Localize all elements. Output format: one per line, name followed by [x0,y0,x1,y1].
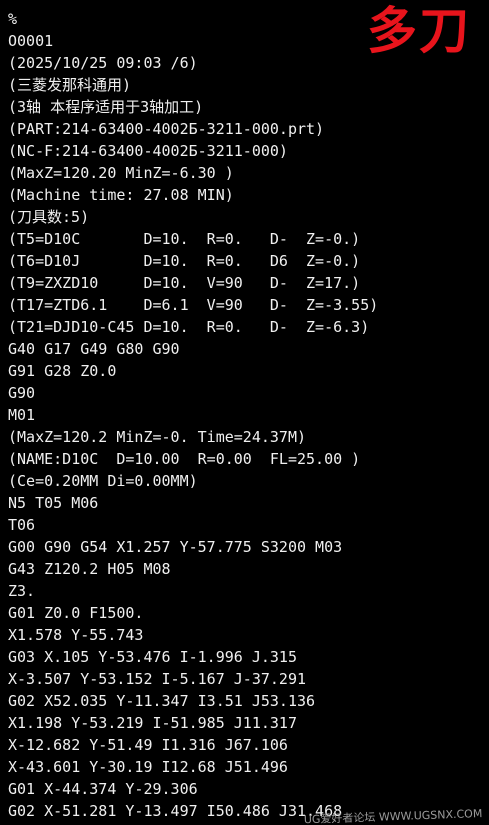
code-line: (MaxZ=120.2 MinZ=-0. Time=24.37M) [8,428,307,446]
multi-tool-stamp: 多刀 [367,2,471,60]
code-line: (NAME:D10C D=10.00 R=0.00 FL=25.00 ) [8,450,361,468]
code-line: (T17=ZTD6.1 D=6.1 V=90 D- Z=-3.55) [8,296,379,314]
code-line: (3轴 本程序适用于3轴加工) [8,98,204,116]
code-line: % [8,10,18,28]
code-line: T06 [8,516,36,534]
code-line: G43 Z120.2 H05 M08 [8,560,171,578]
code-line: (NC-F:214-63400-4002Б-3211-000) [8,142,288,160]
code-line: X-12.682 Y-51.49 I1.316 J67.106 [8,736,288,754]
code-line: X-3.507 Y-53.152 I-5.167 J-37.291 [8,670,307,688]
code-line: (T9=ZXZD10 D=10. V=90 D- Z=17.) [8,274,361,292]
code-line: M01 [8,406,36,424]
code-line: (Machine time: 27.08 MIN) [8,186,234,204]
code-line: O0001 [8,32,54,50]
code-line: N5 T05 M06 [8,494,99,512]
code-line: X1.578 Y-55.743 [8,626,144,644]
code-line: G90 [8,384,36,402]
code-line: G01 X-44.374 Y-29.306 [8,780,198,798]
code-line: G03 X.105 Y-53.476 I-1.996 J.315 [8,648,297,666]
code-line: Z3. [8,582,36,600]
nc-code-viewer: % O0001 (2025/10/25 09:03 /6) (三菱发那科通用) (3轴 … [0,0,489,825]
code-line: X-43.601 Y-30.19 I12.68 J51.496 [8,758,288,776]
code-line: (T5=D10C D=10. R=0. D- Z=-0.) [8,230,361,248]
code-line: (MaxZ=120.20 MinZ=-6.30 ) [8,164,234,182]
code-line: (2025/10/25 09:03 /6) [8,54,198,72]
code-line: G00 G90 G54 X1.257 Y-57.775 S3200 M03 [8,538,343,556]
code-line: (刀具数:5) [8,208,90,226]
code-line: G02 X52.035 Y-11.347 I3.51 J53.136 [8,692,316,710]
code-line: X1.198 Y-53.219 I-51.985 J11.317 [8,714,297,732]
code-line: (T21=DJD10-C45 D=10. R=0. D- Z=-6.3) [8,318,370,336]
code-line: G91 G28 Z0.0 [8,362,117,380]
code-line: G40 G17 G49 G80 G90 [8,340,180,358]
code-line: G01 Z0.0 F1500. [8,604,144,622]
code-line: (PART:214-63400-4002Б-3211-000.prt) [8,120,325,138]
code-line: (T6=D10J D=10. R=0. D6 Z=-0.) [8,252,361,270]
code-line: (三菱发那科通用) [8,76,132,94]
nc-program-lines: % O0001 (2025/10/25 09:03 /6) (三菱发那科通用) (3轴 … [8,8,378,822]
code-line: (Ce=0.20MM Di=0.00MM) [8,472,198,490]
